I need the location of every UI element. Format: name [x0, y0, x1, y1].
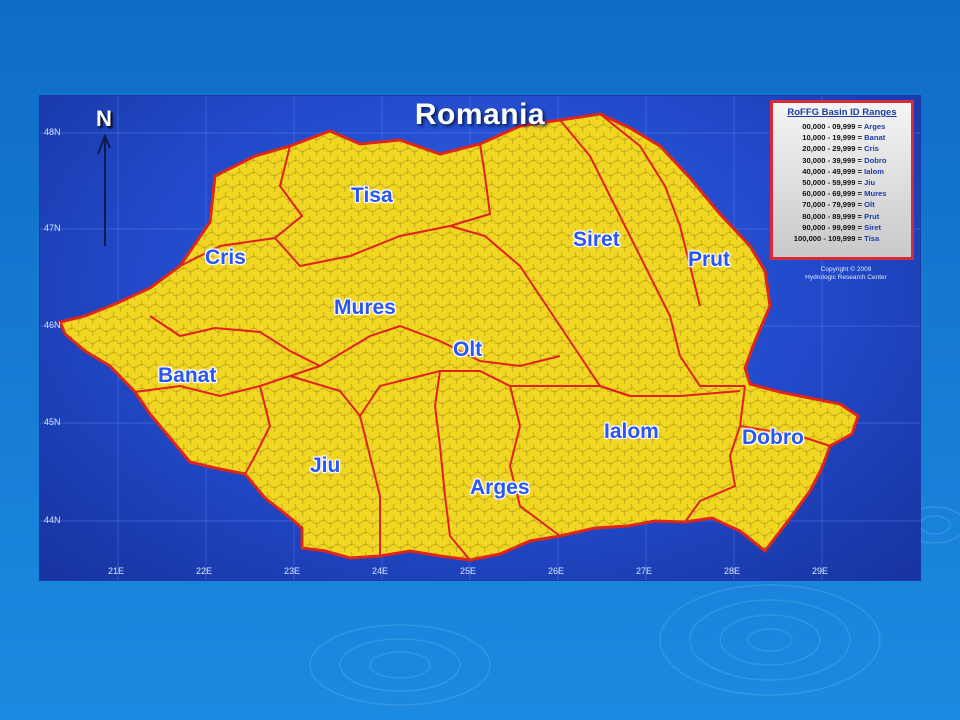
legend-row: 00,000 - 09,999 = Arges — [802, 122, 886, 131]
basin-label-mures: Mures — [334, 296, 396, 319]
latitude-label: 48N — [44, 127, 61, 137]
longitude-label: 27E — [636, 566, 653, 576]
copyright-line: Hydrologic Research Center — [805, 274, 887, 281]
longitude-label: 29E — [812, 566, 829, 576]
basin-label-tisa: Tisa — [351, 184, 393, 207]
latitude-label: 47N — [44, 223, 61, 233]
basin-label-dobro: Dobro — [742, 426, 804, 449]
longitude-label: 25E — [460, 566, 477, 576]
longitude-label: 28E — [724, 566, 741, 576]
legend-row: 50,000 - 59,999 = Jiu — [802, 178, 876, 188]
legend-row: 40,000 - 49,999 = Ialom — [802, 166, 884, 176]
copyright-line: Copyright © 2009 — [820, 266, 872, 273]
legend-row: 10,000 - 19,999 = Banat — [802, 133, 886, 143]
legend-row: 70,000 - 79,999 = Olt — [802, 200, 875, 210]
legend-row: 20,000 - 29,999 = Cris — [802, 144, 879, 154]
latitude-label: 46N — [44, 320, 61, 330]
legend-row: 30,000 - 39,999 = Dobro — [802, 155, 887, 165]
basin-label-siret: Siret — [573, 228, 620, 251]
basin-label-olt: Olt — [453, 338, 483, 361]
legend-title: RoFFG Basin ID Ranges — [787, 107, 897, 118]
basin-label-jiu: Jiu — [310, 454, 341, 477]
legend-row: 60,000 - 69,999 = Mures — [802, 189, 887, 199]
latitude-label: 45N — [44, 417, 61, 427]
map-panel: Romania N 48N 47N 46N 45N 44N 21E 22E 23… — [40, 96, 920, 580]
legend-row: 80,000 - 89,999 = Prut — [802, 211, 880, 221]
copyright-note: Copyright © 2009 Hydrologic Research Cen… — [776, 266, 916, 282]
longitude-label: 22E — [196, 566, 213, 576]
basin-id-legend: RoFFG Basin ID Ranges 00,000 - 09,999 = … — [770, 100, 914, 260]
basin-label-banat: Banat — [158, 364, 217, 387]
basin-label-ialom: Ialom — [604, 420, 659, 443]
legend-row: 90,000 - 99,999 = Siret — [802, 222, 882, 232]
longitude-label: 24E — [372, 566, 389, 576]
legend-row: 100,000 - 109,999 = Tisa — [793, 234, 880, 244]
basin-label-prut: Prut — [688, 248, 730, 271]
longitude-label: 26E — [548, 566, 565, 576]
basin-label-cris: Cris — [205, 246, 246, 269]
longitude-label: 21E — [108, 566, 125, 576]
basin-label-arges: Arges — [470, 476, 530, 499]
longitude-label: 23E — [284, 566, 301, 576]
north-label: N — [96, 106, 112, 131]
latitude-label: 44N — [44, 515, 61, 525]
